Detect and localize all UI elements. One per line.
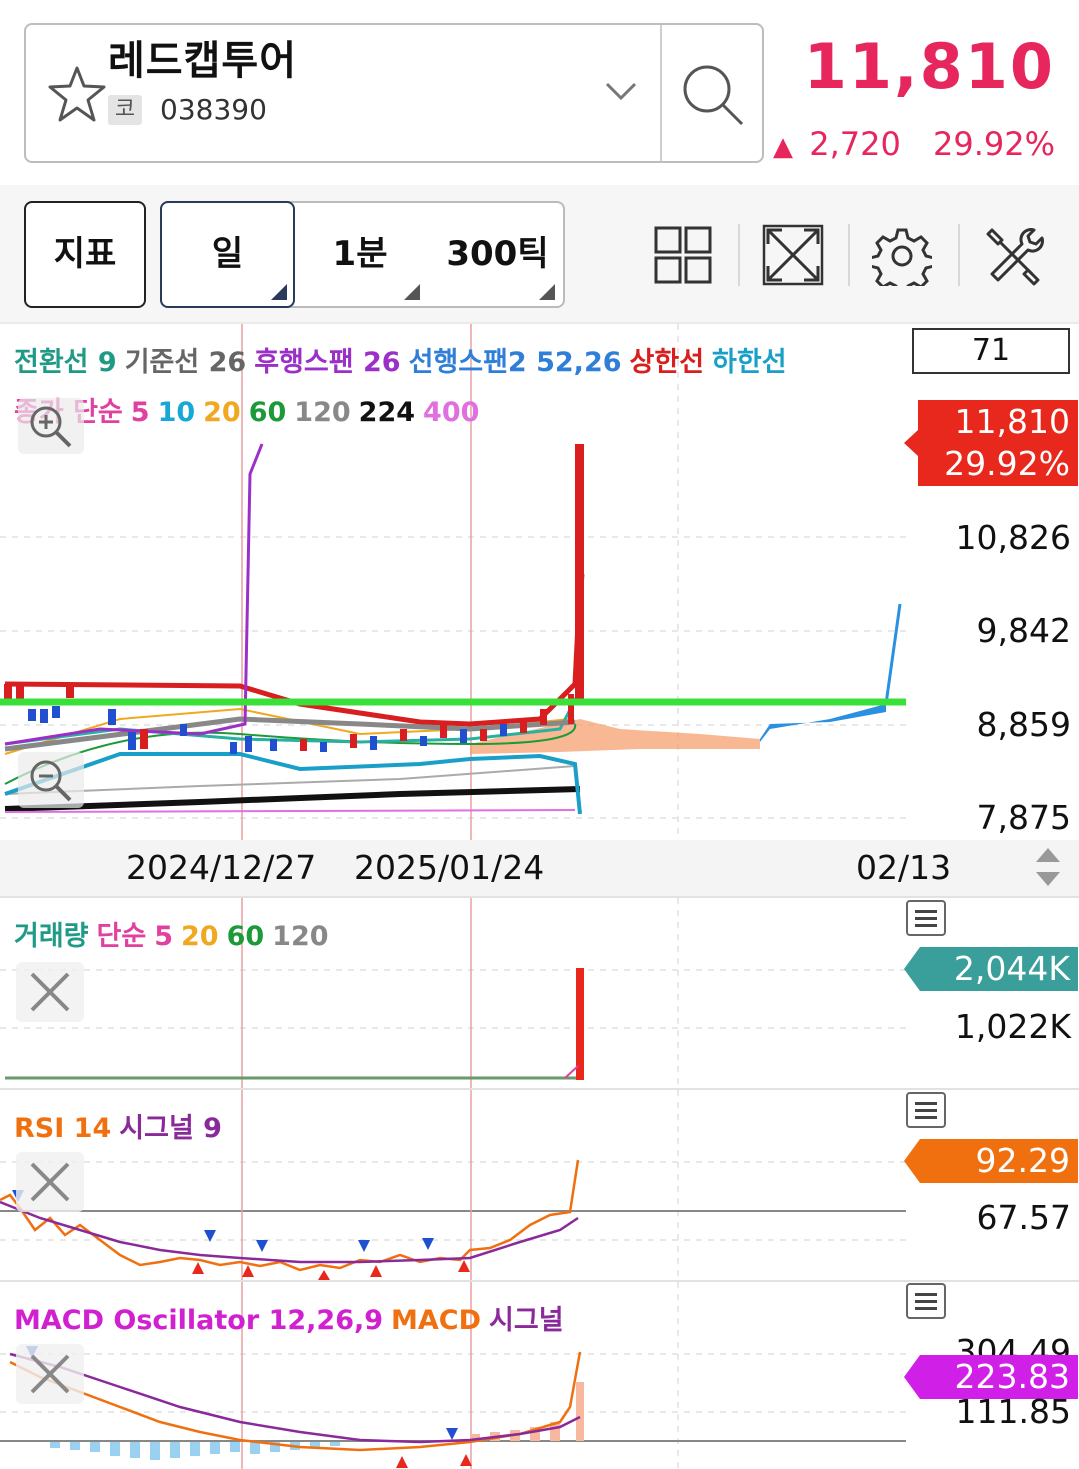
- price-tag-value: 11,810: [954, 402, 1070, 441]
- main-legend-line2[interactable]: 종가 단순5102060120224400: [14, 390, 487, 429]
- y-axis-label: 1,022K: [954, 1007, 1071, 1046]
- volume-tag-value: 2,044K: [953, 949, 1070, 988]
- legend-macd: MACD: [391, 1305, 482, 1336]
- legend-upper-band: 상한선: [629, 347, 705, 378]
- price-change: ▲ 2,720 29.92%: [767, 125, 1055, 163]
- legend-ma400: 400: [423, 397, 480, 428]
- legend-ma20: 20: [203, 397, 241, 428]
- y-axis-label: 67.57: [976, 1198, 1071, 1237]
- legend-volume: 거래량: [14, 921, 89, 952]
- date-label: 2024/12/27: [126, 848, 317, 887]
- legend-ma10: 10: [157, 397, 196, 428]
- change-percent: 29.92%: [932, 125, 1055, 163]
- panel-menu-button[interactable]: [906, 900, 946, 936]
- search-icon[interactable]: [680, 62, 746, 128]
- legend-vol-ma5: 5: [154, 921, 174, 952]
- period-1min-label: 1분: [332, 234, 388, 274]
- grid-layout-icon[interactable]: [654, 226, 712, 284]
- main-legend-line1[interactable]: 전환선 9 기준선 26 후행스팬 26 선행스팬2 52,26 상한선 하한선: [14, 340, 795, 379]
- y-axis-label: 10,826: [955, 518, 1071, 557]
- expand-icon[interactable]: [762, 224, 824, 286]
- divider: [958, 224, 960, 286]
- macd-tag-value: 223.83: [954, 1357, 1070, 1396]
- candle-count-box[interactable]: 71: [912, 328, 1070, 374]
- period-day-button[interactable]: 일: [160, 201, 295, 308]
- legend-vol-ma120: 120: [272, 921, 329, 952]
- period-300tick-label: 300틱: [446, 234, 549, 274]
- price-tag-percent: 29.92%: [944, 444, 1070, 483]
- close-icon: [30, 1354, 70, 1394]
- divider: [738, 224, 740, 286]
- legend-ma120: 120: [294, 397, 351, 428]
- chevron-down-icon[interactable]: [604, 80, 638, 102]
- period-300tick-button[interactable]: 300틱: [440, 226, 555, 275]
- legend-macd-signal: 시그널: [489, 1305, 564, 1336]
- zoom-out-icon[interactable]: [18, 752, 84, 808]
- current-price: 11,810: [803, 30, 1055, 103]
- dropdown-corner-icon: [404, 284, 420, 300]
- y-axis-label: 8,859: [976, 705, 1071, 744]
- rsi-legend[interactable]: RSI 14 시그널 9: [14, 1106, 230, 1145]
- close-panel-button[interactable]: [16, 1152, 84, 1212]
- legend-macd-oscillator: MACD Oscillator 12,26,9: [14, 1305, 384, 1336]
- rsi-tag: 92.29: [904, 1139, 1078, 1183]
- period-day-label: 일: [211, 234, 244, 274]
- y-axis-label: 111.85: [955, 1392, 1071, 1431]
- y-axis-label: 7,875: [976, 798, 1071, 837]
- stock-code: 038390: [160, 93, 267, 126]
- dropdown-corner-icon: [271, 284, 287, 300]
- indicator-button[interactable]: 지표: [24, 201, 146, 308]
- legend-chikou: 후행스팬 26: [254, 347, 401, 378]
- legend-senkou2: 선행스팬2 52,26: [408, 347, 622, 378]
- divider: [848, 224, 850, 286]
- legend-ma5: 5: [130, 397, 150, 428]
- panel-menu-button[interactable]: [906, 1092, 946, 1128]
- legend-rsi-signal: 시그널 9: [119, 1113, 222, 1144]
- legend-rsi: RSI 14: [14, 1113, 112, 1144]
- gear-icon[interactable]: [872, 226, 932, 286]
- tools-icon[interactable]: [984, 226, 1044, 286]
- zoom-in-icon[interactable]: [18, 398, 84, 454]
- legend-volume-sma: 단순: [96, 921, 147, 952]
- date-label: 2025/01/24: [354, 848, 545, 887]
- period-1min-button[interactable]: 1분: [300, 226, 420, 275]
- close-icon: [30, 972, 70, 1012]
- legend-ma224: 224: [358, 397, 416, 428]
- close-panel-button[interactable]: [16, 962, 84, 1022]
- macd-legend[interactable]: MACD Oscillator 12,26,9 MACD 시그널: [14, 1298, 572, 1337]
- stock-name[interactable]: 레드캡투어: [108, 28, 297, 86]
- panel-menu-button[interactable]: [906, 1283, 946, 1319]
- divider: [660, 25, 662, 161]
- rsi-tag-value: 92.29: [975, 1141, 1070, 1180]
- close-icon: [30, 1162, 70, 1202]
- scroll-arrows-icon[interactable]: [1034, 846, 1062, 888]
- date-label: 02/13: [856, 848, 952, 887]
- change-amount: 2,720: [809, 125, 901, 163]
- volume-tag: 2,044K: [904, 947, 1078, 991]
- legend-kijun: 기준선 26: [124, 347, 247, 378]
- legend-vol-ma60: 60: [226, 921, 265, 952]
- price-tag: 11,810 29.92%: [904, 400, 1078, 486]
- close-panel-button[interactable]: [16, 1344, 84, 1404]
- y-axis-label: 9,842: [976, 611, 1071, 650]
- legend-lower-band: 하한선: [712, 347, 787, 378]
- dropdown-corner-icon: [539, 284, 555, 300]
- legend-ma60: 60: [248, 397, 287, 428]
- favorite-star-icon[interactable]: [46, 64, 108, 124]
- volume-legend[interactable]: 거래량 단순 5 20 60 120: [14, 914, 337, 953]
- up-arrow-icon: ▲: [773, 132, 794, 162]
- legend-tenkan: 전환선 9: [14, 347, 117, 378]
- legend-vol-ma20: 20: [181, 921, 219, 952]
- market-badge: 코: [108, 95, 142, 125]
